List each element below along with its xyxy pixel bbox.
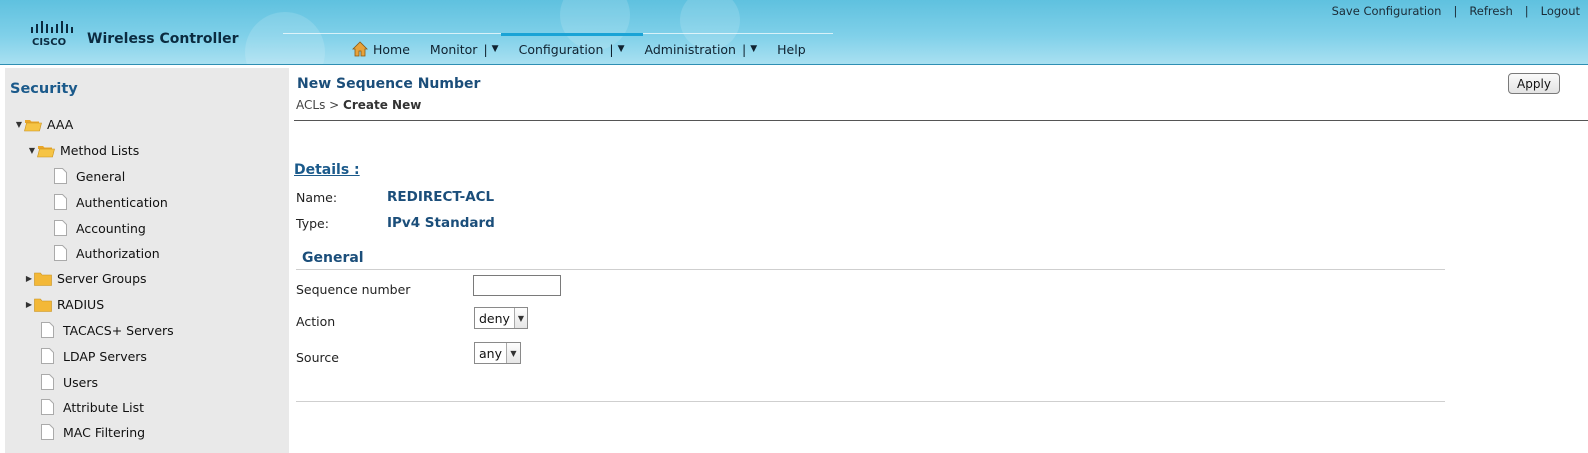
sidebar-item-attribute-list[interactable]: Attribute List [41,399,144,415]
sidebar-item-label: General [76,168,126,184]
page-title: New Sequence Number [297,76,481,92]
sidebar-item-authentication[interactable]: Authentication [54,194,168,210]
source-select[interactable]: any ▼ [474,342,521,364]
sidebar-item-label: Accounting [76,220,146,236]
name-value: REDIRECT-ACL [387,189,495,205]
breadcrumb-current: Create New [343,98,422,112]
action-label: Action [296,314,336,329]
chevron-down-icon[interactable]: ▼ [505,343,520,363]
source-select-value: any [479,345,502,361]
folder-open-icon [37,145,55,157]
page-icon [54,168,67,184]
sidebar-item-authorization[interactable]: Authorization [54,245,160,261]
folder-icon [34,298,52,312]
sidebar-item-aaa[interactable]: ▼ AAA [14,117,73,132]
product-name: Wireless Controller [87,31,239,47]
page-icon [41,374,54,390]
top-banner: CISCO Wireless Controller Save Configura… [0,0,1588,65]
sidebar-item-label: LDAP Servers [63,348,147,364]
page-icon [54,194,67,210]
breadcrumb: ACLs > Create New [296,98,421,112]
sidebar-item-label: Server Groups [57,271,147,286]
sidebar-item-mac-filtering[interactable]: MAC Filtering [41,424,145,440]
type-label: Type: [296,216,329,231]
nav-configuration[interactable]: Configuration | ▼ [500,33,643,58]
nav-monitor[interactable]: Monitor | ▼ [420,40,509,58]
sidebar-item-label: Users [63,374,99,390]
utility-links: Save Configuration | Refresh | Logout [1332,4,1588,18]
sidebar-item-label: Attribute List [63,399,145,415]
chevron-down-icon[interactable]: ▼ [750,44,757,54]
sidebar-item-label: AAA [47,117,74,132]
form-bottom-divider [296,401,1445,402]
sidebar-item-tacacs-servers[interactable]: TACACS+ Servers [41,322,174,338]
nav-separator: | [741,41,747,57]
page-icon [41,348,54,364]
nav-separator: | [483,41,488,57]
sidebar-item-ldap-servers[interactable]: LDAP Servers [41,348,147,364]
sidebar-item-label: MAC Filtering [63,424,146,440]
sidebar-item-label: Authorization [76,245,160,261]
action-select-value: deny [479,310,510,326]
sidebar-item-accounting[interactable]: Accounting [54,220,146,236]
chevron-down-icon[interactable]: ▼ [513,308,527,328]
page-icon [41,322,54,338]
general-section-heading: General [302,250,364,266]
nav-help[interactable]: Help [767,40,816,58]
nav-home-label: Home [373,41,410,57]
action-select[interactable]: deny ▼ [474,307,528,329]
sidebar-item-server-groups[interactable]: ▶ Server Groups [24,271,147,286]
sequence-number-input[interactable] [473,275,561,296]
collapse-arrow-icon[interactable]: ▼ [27,146,37,155]
type-value: IPv4 Standard [387,215,495,231]
cisco-logo: CISCO [28,20,74,48]
refresh-link[interactable]: Refresh [1469,4,1512,18]
nav-home[interactable]: Home [342,40,420,58]
expand-arrow-icon[interactable]: ▶ [24,274,34,283]
nav-help-label: Help [777,41,806,57]
home-icon [352,41,368,57]
page-icon [54,245,67,261]
logout-link[interactable]: Logout [1541,4,1580,18]
folder-open-icon [24,119,42,131]
chevron-down-icon[interactable]: ▼ [492,44,499,54]
breadcrumb-separator: > [329,98,340,112]
breadcrumb-acls-link[interactable]: ACLs [296,98,325,112]
chevron-down-icon[interactable]: ▼ [618,44,625,54]
collapse-arrow-icon[interactable]: ▼ [14,120,24,129]
util-separator: | [1524,4,1529,18]
header-decoration [245,12,325,64]
sidebar-item-label: RADIUS [57,297,105,312]
page-icon [41,399,54,415]
sidebar-item-general[interactable]: General [54,168,125,184]
folder-icon [34,272,52,286]
nav-administration-label: Administration [644,41,736,57]
sequence-number-label: Sequence number [296,282,411,297]
sidebar-item-label: Method Lists [60,143,140,158]
sidebar-title: Security [10,81,78,97]
nav-monitor-label: Monitor [429,41,478,57]
expand-arrow-icon[interactable]: ▶ [24,300,34,309]
util-separator: | [1453,4,1458,18]
sidebar: Security ▼ AAA ▼ Method Lists General Au… [5,68,289,453]
name-label: Name: [296,190,338,205]
apply-button[interactable]: Apply [1508,73,1560,94]
nav-configuration-label: Configuration [518,41,604,57]
title-divider [294,120,1588,121]
page-icon [41,424,54,440]
cisco-wordmark: CISCO [32,37,66,48]
nav-separator: | [609,41,614,57]
sidebar-item-users[interactable]: Users [41,374,98,390]
page-icon [54,220,67,236]
section-divider [296,269,1445,270]
sidebar-item-label: Authentication [76,194,168,210]
save-configuration-link[interactable]: Save Configuration [1332,4,1442,18]
sidebar-item-method-lists[interactable]: ▼ Method Lists [27,143,139,158]
source-label: Source [296,350,339,365]
sidebar-item-label: TACACS+ Servers [63,322,174,338]
sidebar-item-radius[interactable]: ▶ RADIUS [24,297,104,312]
details-heading: Details : [294,162,360,178]
main-nav: Home Monitor | ▼ Configuration | ▼ Admin… [342,33,816,58]
nav-administration[interactable]: Administration | ▼ [635,40,768,58]
